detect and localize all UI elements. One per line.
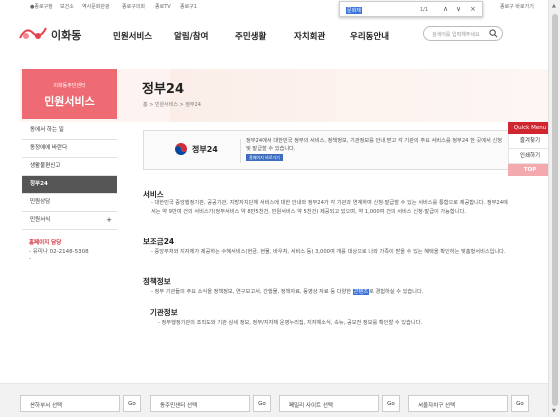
section-title-policy: 정책정보 <box>143 277 171 286</box>
gnb-notice[interactable]: 알림/참여 <box>174 30 208 42</box>
find-prev-icon[interactable]: ∧ <box>443 5 448 13</box>
find-bar: 문화재 1/1 ∧ ∨ × <box>339 1 483 17</box>
gnb-living[interactable]: 주민생활 <box>235 30 266 42</box>
scroll-down-icon[interactable]: ▼ <box>552 408 556 414</box>
scroll-up-icon[interactable]: ▲ <box>552 3 556 9</box>
dept-select[interactable]: 산하부서 선택 ⌄ <box>20 395 120 412</box>
gnb-civil-service[interactable]: 민원서비스 <box>113 30 152 42</box>
section-desc-service: - 대한민국 중앙행정기관, 공공기관, 지방자치단체 서비스에 대한 안내와 … <box>151 200 508 215</box>
top-link-health[interactable]: 보건소 <box>60 3 74 10</box>
side-item-label: 민원서식 <box>30 217 51 223</box>
top-link-council[interactable]: 종로구의회 <box>122 3 145 10</box>
contact-extra: - <box>29 256 31 262</box>
find-next-icon[interactable]: ∨ <box>456 5 461 13</box>
side-item-request[interactable]: 동정에에 바란다 <box>22 140 117 158</box>
district-go-button[interactable]: Go <box>511 395 529 412</box>
gov24-info-box: 정부24 정부24에서 대한민국 정부의 서비스, 정책정보, 기관정보를 안내… <box>143 130 511 170</box>
policy-desc-pre: - 정부 기관들의 주요 소식을 정책정보, 연구보고서, 간행물, 정책자료,… <box>151 289 353 295</box>
side-item-forms[interactable]: 민원서식 + <box>22 212 117 230</box>
quick-print-button[interactable]: 인쇄하기 <box>508 149 552 164</box>
find-close-icon[interactable]: × <box>470 5 476 13</box>
search-placeholder: 검색어를 입력해주세요 <box>432 32 480 38</box>
family-site-select[interactable]: 패밀리 사이트 선택 ⌄ <box>279 395 379 412</box>
gov24-description: 정부24에서 대한민국 정부의 서비스, 정책정보, 기관정보를 안내 받고 각… <box>246 138 502 152</box>
top-link-jongno[interactable]: ●종로구청 <box>30 3 53 10</box>
side-item-dong-work[interactable]: 동에서 하는 일 <box>22 122 117 140</box>
section-desc-subsidy: - 중앙부처와 지자체가 제공하는 수혜서비스(현금, 현물, 바우처, 서비스… <box>151 249 506 255</box>
side-item-label: 동정에에 바란다 <box>30 145 68 151</box>
top-link-tv[interactable]: 종로TV <box>155 3 171 10</box>
chevron-down-icon: ⌄ <box>30 400 36 407</box>
scrollbar[interactable]: ▲ ▼ <box>548 0 560 417</box>
logo-text: 이화동 <box>51 29 82 42</box>
dept-go-button[interactable]: Go <box>123 395 141 412</box>
quick-menu: Quick Menu 즐겨찾기 인쇄하기 TOP <box>508 122 552 176</box>
center-select[interactable]: 동주민센터 선택 ⌄ <box>150 395 250 412</box>
chevron-down-icon: ⌄ <box>160 400 166 407</box>
page-title: 정부24 <box>142 82 185 97</box>
section-title-subsidy: 보조금24 <box>143 237 175 246</box>
divider <box>240 139 241 163</box>
side-item-label: 생활불편신고 <box>30 163 61 169</box>
search-icon[interactable] <box>489 29 498 38</box>
top-link-tour[interactable]: 역사문화관광 <box>82 3 110 10</box>
section-desc-policy: - 정부 기관들의 주요 소식을 정책정보, 연구보고서, 간행물, 정책자료,… <box>151 288 509 297</box>
section-desc-agency: - 정부행정기관의 조직도와 기관 상세 정보, 정부/지자체 운영누리집, 지… <box>158 320 423 326</box>
top-link-goto[interactable]: 종로구 바로가기 <box>500 3 534 10</box>
quick-favorites-button[interactable]: 즐겨찾기 <box>508 134 552 149</box>
breadcrumb: 홈 > 민원서비스 > 정부24 <box>143 102 201 108</box>
site-logo[interactable]: 이화동 <box>18 22 88 44</box>
family-site-go-button[interactable]: Go <box>382 395 400 412</box>
contact-heading: 홈페이지 담당 <box>29 240 62 246</box>
expand-plus-icon: + <box>106 216 112 224</box>
chevron-down-icon: ⌄ <box>289 400 295 407</box>
find-input[interactable]: 문화재 <box>346 7 362 14</box>
gov24-name: 정부24 <box>192 145 218 154</box>
side-item-gov24[interactable]: 정부24 <box>22 176 117 194</box>
policy-desc-post: 로 경험하실 수 있습니다. <box>369 289 424 295</box>
side-title-box: 이화동주민센터 민원서비스 <box>22 69 117 119</box>
contact-line: - 유미나 02-2148-5308 <box>29 249 89 255</box>
side-title: 민원서비스 <box>44 95 95 108</box>
side-item-label: 동에서 하는 일 <box>30 127 64 133</box>
side-item-consult[interactable]: 민원상담 <box>22 194 117 212</box>
side-subtitle: 이화동주민센터 <box>53 83 86 89</box>
side-item-report[interactable]: 생활불편신고 <box>22 158 117 176</box>
taegeuk-emblem-icon <box>175 143 187 155</box>
center-go-button[interactable]: Go <box>253 395 271 412</box>
gnb-about[interactable]: 우리동안내 <box>350 30 389 42</box>
top-link-jongno1[interactable]: 종로구1 <box>180 3 197 10</box>
side-menu: 동에서 하는 일 동정에에 바란다 생활불편신고 정부24 민원상담 민원서식 + <box>22 122 117 230</box>
quick-menu-title: Quick Menu <box>508 122 552 134</box>
section-title-agency: 기관정보 <box>150 308 178 317</box>
side-item-label: 정부24 <box>30 181 48 187</box>
search-highlight: 콘텐츠 <box>352 289 370 295</box>
gov24-homepage-button[interactable]: 홈페이지 바로가기 <box>246 154 283 161</box>
page: ●종로구청 보건소 역사문화관광 종로구의회 종로TV 종로구1 종로구 바로가… <box>0 0 560 417</box>
gnb-community[interactable]: 자치회관 <box>294 30 325 42</box>
district-select[interactable]: 서울자치구 선택 ⌄ <box>408 395 508 412</box>
scroll-top-button[interactable]: TOP <box>508 164 552 176</box>
logo-emblem-icon <box>19 27 47 39</box>
chevron-down-icon: ⌄ <box>418 400 424 407</box>
search-input[interactable]: 검색어를 입력해주세요 <box>423 26 503 41</box>
find-count: 1/1 <box>420 7 429 13</box>
contact-info: 홈페이지 담당 - 유미나 02-2148-5308 - <box>29 238 89 262</box>
scrollbar-thumb[interactable] <box>552 14 558 406</box>
side-item-label: 민원상담 <box>30 199 51 205</box>
